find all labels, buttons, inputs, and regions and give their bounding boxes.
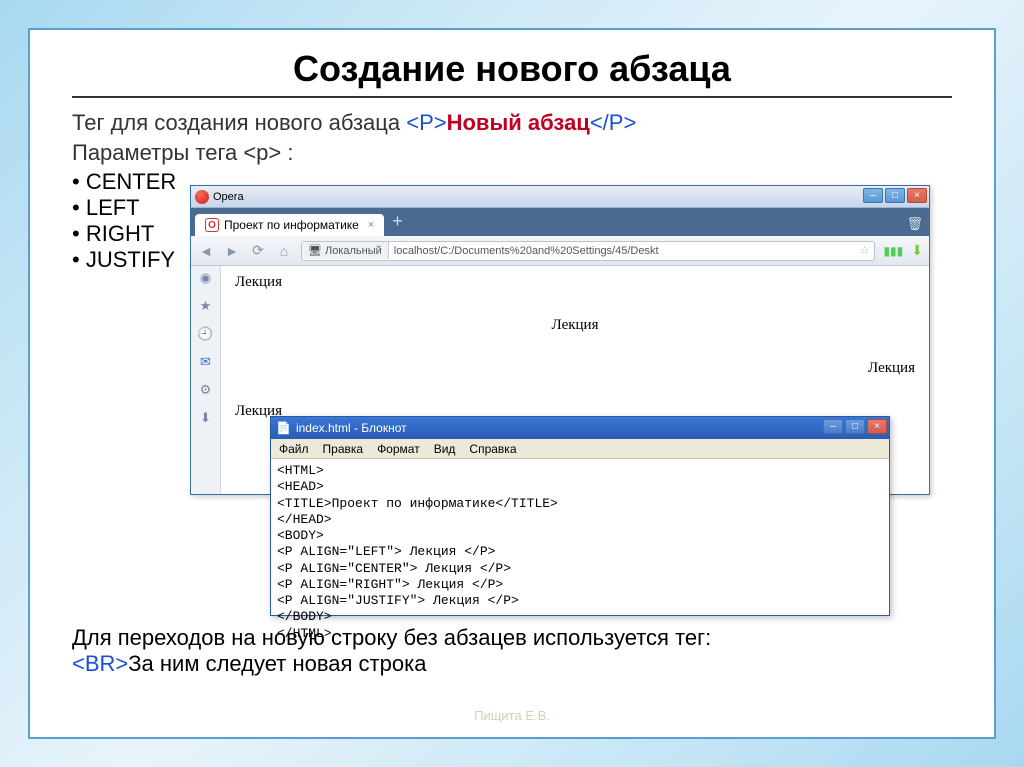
slide: Создание нового абзаца Тег для создания … [28, 28, 996, 739]
close-button[interactable]: × [907, 188, 927, 203]
tab-label: Проект по информатике [224, 218, 359, 232]
nav-toolbar: ◄ ► ⟳ ⌂ 🖥 Локальный localhost/C:/Documen… [191, 236, 929, 266]
notepad-icon: 📄 [276, 421, 291, 435]
back-button[interactable]: ◄ [197, 243, 215, 259]
notepad-body[interactable]: <HTML> <HEAD> <TITLE>Проект по информати… [271, 459, 889, 646]
window-buttons: – □ × [863, 188, 927, 203]
menu-format[interactable]: Формат [377, 442, 420, 456]
para-center: Лекция [235, 317, 915, 334]
browser-titlebar[interactable]: Opera – □ × [191, 186, 929, 208]
slide-title: Создание нового абзаца [72, 48, 952, 98]
signal-icon: ▮▮▮ [883, 244, 903, 258]
menu-help[interactable]: Справка [469, 442, 516, 456]
tag-open: <Р> [406, 110, 446, 135]
sidebar-home-icon[interactable]: ◉ [200, 270, 211, 286]
np-minimize-button[interactable]: – [823, 419, 843, 434]
sidebar-gear-icon[interactable]: ⚙ [200, 382, 212, 398]
home-button[interactable]: ⌂ [275, 243, 293, 259]
maximize-button[interactable]: □ [885, 188, 905, 203]
browser-sidebar: ◉ ★ 🕘 ✉ ⚙ ⬇ [191, 266, 221, 494]
sidebar-clock-icon[interactable]: 🕘 [197, 326, 213, 342]
tag-red: Новый абзац [447, 110, 590, 135]
menu-edit[interactable]: Правка [323, 442, 364, 456]
forward-button[interactable]: ► [223, 243, 241, 259]
sidebar-download-icon[interactable]: ⬇ [200, 410, 211, 426]
notepad-window-buttons: – □ × [823, 419, 887, 434]
sidebar-star-icon[interactable]: ★ [200, 298, 212, 314]
bookmark-star-icon[interactable]: ☆ [855, 244, 875, 257]
tab-close-icon[interactable]: × [368, 219, 374, 231]
menu-file[interactable]: Файл [279, 442, 309, 456]
outro-tail: За ним следует новая строка [128, 651, 426, 676]
params-line: Параметры тега <p> : [72, 138, 952, 168]
footer-credit: Пищита Е.В. [30, 708, 994, 723]
intro-text: Тег для создания нового абзаца <Р>Новый … [72, 108, 952, 138]
para-right: Лекция [235, 360, 915, 377]
sidebar-mail-icon[interactable]: ✉ [200, 354, 211, 370]
outro-text: Для переходов на новую строку без абзаце… [72, 625, 711, 677]
url-scheme: 🖥 Локальный [302, 242, 389, 259]
opera-icon [195, 190, 209, 204]
para-left: Лекция [235, 274, 915, 291]
address-bar[interactable]: 🖥 Локальный localhost/C:/Documents%20and… [301, 241, 875, 261]
notepad-menu: Файл Правка Формат Вид Справка [271, 439, 889, 459]
menu-view[interactable]: Вид [434, 442, 456, 456]
reload-button[interactable]: ⟳ [249, 242, 267, 259]
browser-tab[interactable]: O Проект по информатике × [195, 214, 384, 236]
outro-br: <BR> [72, 651, 128, 676]
intro-prefix: Тег для создания нового абзаца [72, 110, 406, 135]
browser-app-name: Opera [213, 191, 244, 203]
download-icon[interactable]: ⬇ [911, 242, 923, 259]
notepad-window: 📄 index.html - Блокнот – □ × Файл Правка… [270, 416, 890, 616]
tab-bar: O Проект по информатике × + 🗑 [191, 208, 929, 236]
notepad-title-text: index.html - Блокнот [296, 421, 407, 435]
np-maximize-button[interactable]: □ [845, 419, 865, 434]
notepad-titlebar[interactable]: 📄 index.html - Блокнот – □ × [271, 417, 889, 439]
tag-close: </Р> [590, 110, 636, 135]
minimize-button[interactable]: – [863, 188, 883, 203]
url-text: localhost/C:/Documents%20and%20Settings/… [389, 245, 855, 257]
np-close-button[interactable]: × [867, 419, 887, 434]
trash-icon[interactable]: 🗑 [906, 216, 923, 232]
tab-favicon: O [205, 218, 219, 232]
new-tab-button[interactable]: + [392, 211, 403, 232]
outro-line1: Для переходов на новую строку без абзаце… [72, 625, 711, 651]
